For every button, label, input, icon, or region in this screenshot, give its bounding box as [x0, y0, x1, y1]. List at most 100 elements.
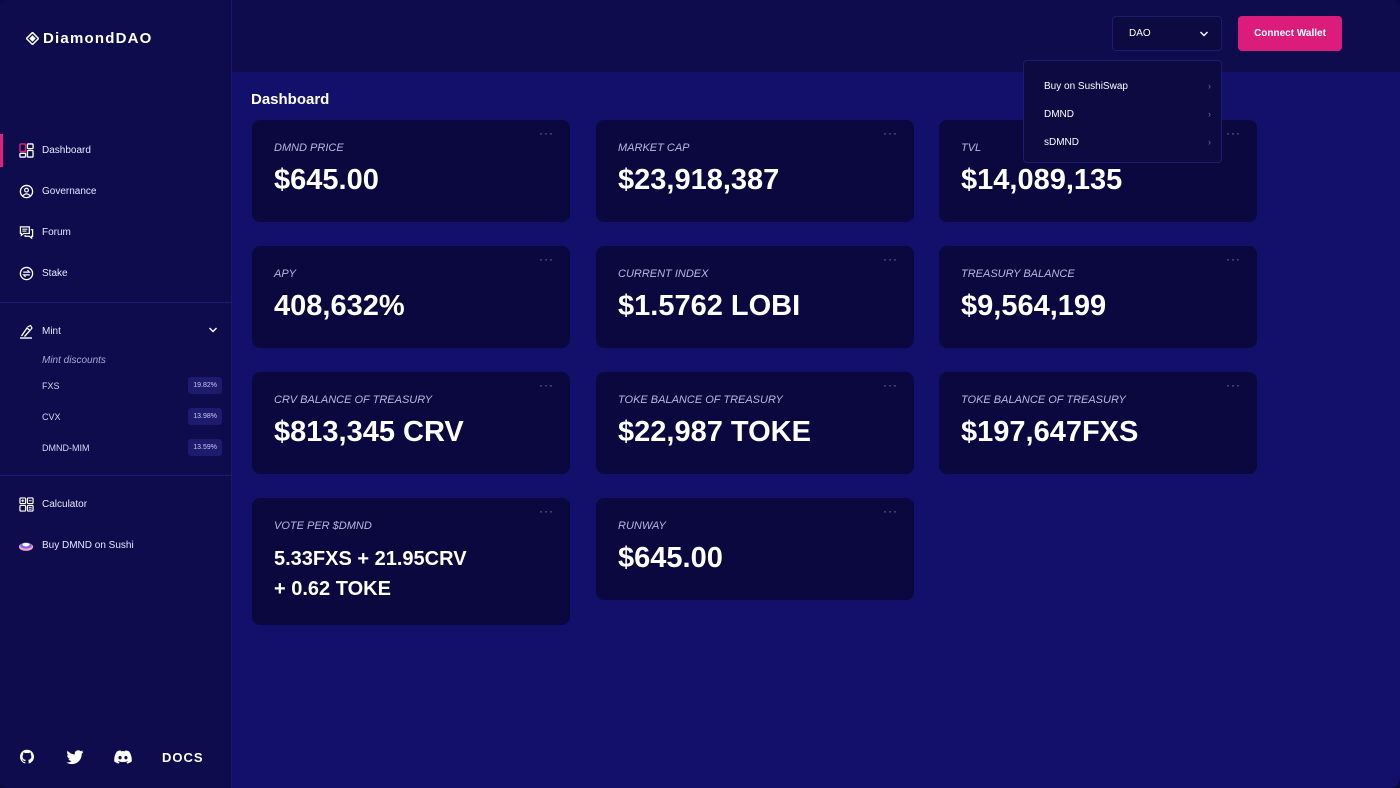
- sidebar-item-label: Buy DMND on Sushi: [42, 540, 134, 551]
- card-menu-icon[interactable]: ···: [539, 504, 554, 518]
- dao-selector[interactable]: DAO: [1112, 16, 1222, 51]
- card-market-cap: ··· MARKET CAP $23,918,387: [596, 120, 914, 222]
- card-menu-icon[interactable]: ···: [1226, 378, 1241, 392]
- chevron-right-icon: ›: [1208, 137, 1211, 147]
- card-menu-icon[interactable]: ···: [539, 126, 554, 140]
- dropdown-item-label: DMND: [1044, 108, 1074, 120]
- card-label: VOTE PER $DMND: [274, 520, 372, 532]
- sidebar-item-label: Governance: [42, 186, 97, 197]
- dropdown-item-sdmnd[interactable]: sDMND ›: [1024, 128, 1221, 156]
- card-vote-per-dmnd: ··· VOTE PER $DMND 5.33FXS + 21.95CRV + …: [252, 498, 570, 625]
- card-menu-icon[interactable]: ···: [883, 504, 898, 518]
- dao-selector-value: DAO: [1129, 28, 1151, 39]
- card-label: CURRENT INDEX: [618, 268, 709, 280]
- calculator-icon: [18, 497, 34, 513]
- mint-item-dmnd-mim[interactable]: DMND-MIM 13.59%: [0, 432, 232, 463]
- sidebar-item-stake[interactable]: Stake: [0, 253, 232, 294]
- stake-icon: [18, 266, 34, 282]
- sidebar-item-label: Dashboard: [42, 145, 91, 156]
- card-label: TOKE BALANCE OF TREASURY: [618, 394, 783, 406]
- dropdown-item-label: sDMND: [1044, 136, 1079, 148]
- dropdown-item-label: Buy on SushiSwap: [1044, 80, 1128, 92]
- card-menu-icon[interactable]: ···: [539, 378, 554, 392]
- sidebar-item-label: Forum: [42, 227, 71, 238]
- brand-logo[interactable]: DiamondDAO: [26, 30, 153, 47]
- mint-item-fxs[interactable]: FXS 19.82%: [0, 370, 232, 401]
- card-label: TOKE BALANCE OF TREASURY: [961, 394, 1126, 406]
- sidebar: DiamondDAO Dashboard Governance Forum St…: [0, 0, 232, 788]
- mint-item-cvx[interactable]: CVX 13.98%: [0, 401, 232, 432]
- chevron-right-icon: ›: [1208, 81, 1211, 91]
- card-label: MARKET CAP: [618, 142, 690, 154]
- sidebar-nav: Dashboard Governance Forum Stake Mint Mi…: [0, 130, 232, 566]
- mint-item-label: CVX: [42, 411, 61, 422]
- card-value-line: + 0.62 TOKE: [274, 578, 391, 600]
- mint-item-label: DMND-MIM: [42, 442, 90, 453]
- chevron-right-icon: ›: [1208, 109, 1211, 119]
- discount-badge: 19.82%: [188, 377, 222, 394]
- github-icon[interactable]: [18, 748, 36, 766]
- card-value: $1.5762 LOBI: [618, 290, 801, 322]
- forum-icon: [18, 225, 34, 241]
- card-value: 5.33FXS + 21.95CRV + 0.62 TOKE: [274, 544, 544, 604]
- card-menu-icon[interactable]: ···: [1226, 252, 1241, 266]
- card-label: TREASURY BALANCE: [961, 268, 1075, 280]
- chevron-down-icon[interactable]: [208, 325, 218, 335]
- sidebar-item-buy-sushi[interactable]: Buy DMND on Sushi: [0, 525, 232, 566]
- sidebar-item-label: Mint: [42, 326, 61, 337]
- card-menu-icon[interactable]: ···: [539, 252, 554, 266]
- card-value: $197,647FXS: [961, 416, 1139, 448]
- card-value: $22,987 TOKE: [618, 416, 811, 448]
- dropdown-item-buy-sushiswap[interactable]: Buy on SushiSwap ›: [1024, 72, 1221, 100]
- dao-dropdown-menu: Buy on SushiSwap › DMND › sDMND ›: [1023, 60, 1222, 163]
- discord-icon[interactable]: [114, 748, 132, 766]
- chevron-down-icon: [1200, 31, 1208, 37]
- dashboard-icon: [18, 143, 34, 159]
- card-label: CRV BALANCE OF TREASURY: [274, 394, 433, 406]
- card-value: $9,564,199: [961, 290, 1107, 322]
- card-menu-icon[interactable]: ···: [883, 252, 898, 266]
- card-value: $813,345 CRV: [274, 416, 464, 448]
- sushi-icon: [18, 538, 34, 554]
- twitter-icon[interactable]: [66, 748, 84, 766]
- discount-badge: 13.98%: [188, 408, 222, 425]
- mint-discounts-title: Mint discounts: [42, 355, 106, 366]
- card-dmnd-price: ··· DMND PRICE $645.00: [252, 120, 570, 222]
- brand-name: DiamondDAO: [43, 30, 153, 47]
- card-label: TVL: [961, 142, 982, 154]
- card-current-index: ··· CURRENT INDEX $1.5762 LOBI: [596, 246, 914, 348]
- card-treasury-balance: ··· TREASURY BALANCE $9,564,199: [939, 246, 1257, 348]
- card-value: $14,089,135: [961, 164, 1123, 196]
- card-apy: ··· APY 408,632%: [252, 246, 570, 348]
- card-toke-balance: ··· TOKE BALANCE OF TREASURY $22,987 TOK…: [596, 372, 914, 474]
- card-menu-icon[interactable]: ···: [1226, 126, 1241, 140]
- mint-item-label: FXS: [42, 380, 60, 391]
- diamond-icon: [26, 32, 39, 45]
- dropdown-item-dmnd[interactable]: DMND ›: [1024, 100, 1221, 128]
- card-value: 408,632%: [274, 290, 405, 322]
- card-fxs-balance: ··· TOKE BALANCE OF TREASURY $197,647FXS: [939, 372, 1257, 474]
- connect-wallet-button[interactable]: Connect Wallet: [1238, 16, 1342, 51]
- sidebar-item-governance[interactable]: Governance: [0, 171, 232, 212]
- topbar: DAO Connect Wallet: [232, 0, 1400, 72]
- card-value: $23,918,387: [618, 164, 780, 196]
- card-menu-icon[interactable]: ···: [883, 378, 898, 392]
- mint-icon: [18, 324, 34, 340]
- card-value-line: 5.33FXS + 21.95CRV: [274, 548, 467, 570]
- card-menu-icon[interactable]: ···: [883, 126, 898, 140]
- card-label: APY: [274, 268, 297, 280]
- docs-link[interactable]: DOCS: [162, 750, 204, 765]
- card-value: $645.00: [618, 542, 723, 574]
- sidebar-item-dashboard[interactable]: Dashboard: [0, 130, 232, 171]
- sidebar-item-label: Stake: [42, 268, 68, 279]
- sidebar-divider: [0, 302, 232, 303]
- app-window: DiamondDAO Dashboard Governance Forum St…: [0, 0, 1400, 788]
- sidebar-item-forum[interactable]: Forum: [0, 212, 232, 253]
- page-title: Dashboard: [251, 91, 330, 108]
- card-value: $645.00: [274, 164, 379, 196]
- sidebar-item-calculator[interactable]: Calculator: [0, 484, 232, 525]
- sidebar-item-mint[interactable]: Mint: [0, 311, 232, 352]
- sidebar-item-label: Calculator: [42, 499, 88, 510]
- card-runway: ··· RUNWAY $645.00: [596, 498, 914, 600]
- card-label: RUNWAY: [618, 520, 666, 532]
